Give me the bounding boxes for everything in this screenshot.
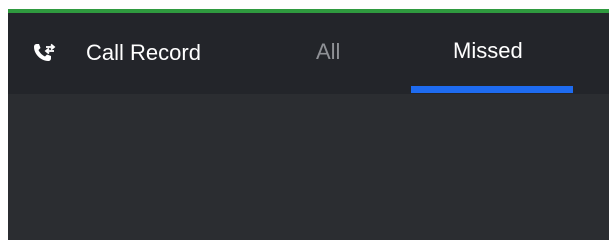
active-tab-indicator	[411, 86, 573, 93]
top-spacer	[8, 0, 609, 9]
tab-all-label: All	[316, 39, 341, 64]
page-title: Call Record	[86, 40, 201, 65]
call-record-list-area	[8, 94, 609, 240]
call-record-header: Call Record All Missed	[8, 13, 609, 94]
call-record-panel: Call Record All Missed	[8, 0, 609, 240]
call-transfer-icon	[32, 41, 58, 63]
tab-missed[interactable]: Missed	[411, 13, 573, 94]
tab-missed-label: Missed	[453, 38, 523, 63]
tab-all[interactable]: All	[288, 13, 368, 94]
